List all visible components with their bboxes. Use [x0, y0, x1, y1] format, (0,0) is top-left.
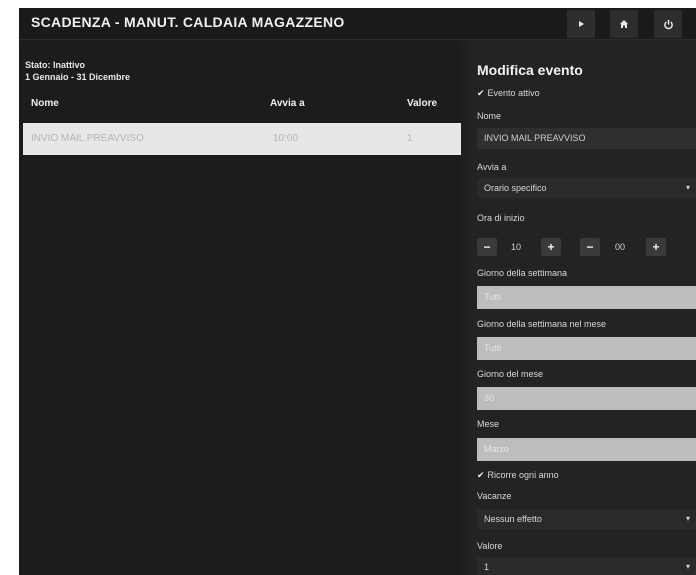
giorno-settimana-mese-select[interactable]: Tutti	[477, 337, 696, 360]
ricorre-ogni-anno-checkbox[interactable]: ✔ Ricorre ogni anno	[477, 470, 559, 481]
home-button[interactable]	[610, 10, 638, 38]
avvia-a-select[interactable]: Orario specifico ▾	[477, 178, 696, 198]
minute-input[interactable]: 00	[615, 242, 625, 252]
hour-increment-button[interactable]: +	[541, 238, 561, 256]
plus-icon: +	[652, 240, 660, 254]
mese-label: Mese	[477, 419, 500, 429]
chevron-down-icon: ▾	[685, 514, 690, 523]
valore-label: Valore	[477, 541, 503, 551]
edit-panel-title: Modifica evento	[477, 62, 583, 78]
edit-event-panel: Modifica evento ✔ Evento attivo Nome INVI…	[469, 41, 696, 575]
minus-icon: −	[586, 240, 594, 254]
period-text: 1 Gennaio - 31 Dicembre	[25, 72, 131, 82]
chevron-down-icon: ▾	[685, 562, 690, 571]
plus-icon: +	[547, 240, 555, 254]
minute-increment-button[interactable]: +	[646, 238, 666, 256]
column-header-valore[interactable]: Valore	[407, 98, 437, 109]
evento-attivo-label: Evento attivo	[487, 88, 540, 98]
row-nome-cell: INVIO MAIL PREAVVISO	[31, 133, 144, 144]
hour-decrement-button[interactable]: −	[477, 238, 497, 256]
table-row[interactable]: INVIO MAIL PREAVVISO 10:00 1	[23, 123, 461, 155]
giorno-settimana-label: Giorno della settimana	[477, 268, 568, 278]
check-icon: ✔	[477, 88, 485, 98]
minute-decrement-button[interactable]: −	[580, 238, 600, 256]
valore-value: 1	[484, 562, 490, 572]
giorno-settimana-mese-label: Giorno della settimana nel mese	[477, 319, 607, 329]
app-window: SCADENZA - MANUT. CALDAIA MAGAZZENO Stat…	[19, 8, 696, 575]
evento-attivo-checkbox[interactable]: ✔ Evento attivo	[477, 88, 540, 99]
play-button[interactable]	[567, 10, 595, 38]
power-button[interactable]	[654, 10, 682, 38]
column-header-avvia-a[interactable]: Avvia a	[270, 98, 305, 109]
row-avvia-cell: 10:00	[273, 133, 299, 144]
vacanze-value: Nessun effetto	[484, 514, 542, 524]
giorno-settimana-select[interactable]: Tutti	[477, 286, 696, 309]
column-header-nome[interactable]: Nome	[31, 98, 59, 109]
giorno-mese-label: Giorno del mese	[477, 369, 544, 379]
ricorre-ogni-anno-label: Ricorre ogni anno	[487, 470, 559, 480]
event-list-panel: Stato: Inattivo 1 Gennaio - 31 Dicembre …	[19, 41, 461, 575]
avvia-a-value: Orario specifico	[484, 183, 547, 193]
mese-select[interactable]: Marzo	[477, 438, 696, 461]
nome-label: Nome	[477, 111, 502, 121]
row-valore-cell: 1	[407, 133, 413, 144]
vacanze-label: Vacanze	[477, 491, 512, 501]
hour-input[interactable]: 10	[511, 242, 521, 252]
title-bar: SCADENZA - MANUT. CALDAIA MAGAZZENO	[19, 8, 696, 40]
power-icon	[663, 19, 673, 29]
status-text: Stato: Inattivo	[25, 60, 85, 70]
play-icon	[579, 21, 584, 27]
giorno-mese-select[interactable]: 30	[477, 387, 696, 410]
window-title: SCADENZA - MANUT. CALDAIA MAGAZZENO	[31, 14, 345, 30]
chevron-down-icon: ▾	[685, 183, 690, 192]
check-icon: ✔	[477, 470, 485, 480]
nome-input[interactable]: INVIO MAIL PREAVVISO	[477, 128, 696, 149]
vacanze-select[interactable]: Nessun effetto ▾	[477, 509, 696, 529]
ora-inizio-label: Ora di inizio	[477, 213, 525, 223]
avvia-a-label: Avvia a	[477, 162, 507, 172]
valore-select[interactable]: 1 ▾	[477, 557, 696, 575]
minus-icon: −	[483, 240, 491, 254]
home-icon	[620, 20, 628, 28]
